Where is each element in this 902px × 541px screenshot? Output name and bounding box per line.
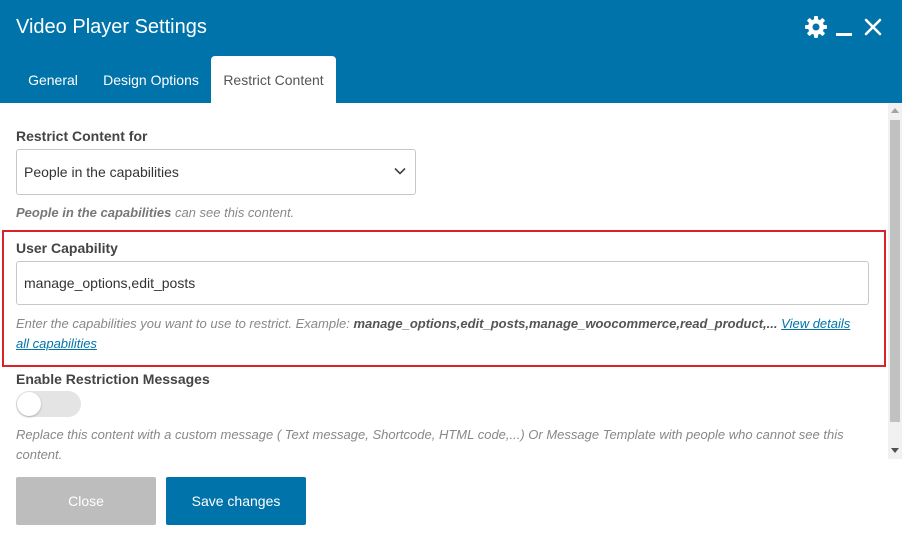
restrict-content-selected-value: People in the capabilities xyxy=(24,164,179,180)
restrict-content-help-text: can see this content. xyxy=(171,205,295,220)
restriction-messages-help: Replace this content with a custom messa… xyxy=(16,427,844,442)
user-capability-help: Enter the capabilities you want to use t… xyxy=(16,314,876,334)
user-capability-help-prefix: Enter the capabilities you want to use t… xyxy=(16,316,354,331)
scrollbar-thumb[interactable] xyxy=(890,120,900,422)
user-capability-input[interactable]: manage_options,edit_posts xyxy=(16,261,869,305)
restrict-content-help: People in the capabilities can see this … xyxy=(16,203,294,223)
tab-general[interactable]: General xyxy=(16,56,90,103)
toggle-knob xyxy=(17,392,41,416)
user-capability-label: User Capability xyxy=(16,240,118,256)
all-capabilities-link[interactable]: all capabilities xyxy=(16,336,97,351)
tab-restrict-content[interactable]: Restrict Content xyxy=(211,56,336,103)
restrict-content-select[interactable]: People in the capabilities xyxy=(16,149,416,195)
restrict-content-help-emphasis: People in the capabilities xyxy=(16,205,172,220)
close-icon[interactable] xyxy=(862,15,884,39)
tab-design-options[interactable]: Design Options xyxy=(94,56,208,103)
dialog-header: Video Player Settings General Design Opt… xyxy=(0,0,902,103)
restriction-messages-toggle[interactable] xyxy=(16,391,81,417)
scroll-down-arrow-icon[interactable] xyxy=(891,448,899,453)
dialog-footer: Close Save changes xyxy=(0,459,902,541)
close-button[interactable]: Close xyxy=(16,477,156,525)
view-details-link[interactable]: View details xyxy=(781,316,850,331)
chevron-down-icon xyxy=(394,167,406,175)
restriction-messages-help-line2: content. xyxy=(16,447,63,459)
restrict-content-for-label: Restrict Content for xyxy=(16,128,148,144)
scroll-up-arrow-icon[interactable] xyxy=(891,108,899,113)
enable-restriction-messages-label: Enable Restriction Messages xyxy=(16,371,210,387)
user-capability-help-line2: all capabilities xyxy=(16,334,97,354)
gear-icon[interactable] xyxy=(804,15,828,39)
dialog-title: Video Player Settings xyxy=(16,16,207,38)
user-capability-value: manage_options,edit_posts xyxy=(24,275,196,291)
settings-panel: Restrict Content for People in the capab… xyxy=(0,103,888,459)
vertical-scrollbar[interactable] xyxy=(888,103,902,459)
save-changes-button[interactable]: Save changes xyxy=(166,477,306,525)
minimize-icon[interactable] xyxy=(834,15,854,39)
user-capability-help-example: manage_options,edit_posts,manage_woocomm… xyxy=(353,316,778,331)
